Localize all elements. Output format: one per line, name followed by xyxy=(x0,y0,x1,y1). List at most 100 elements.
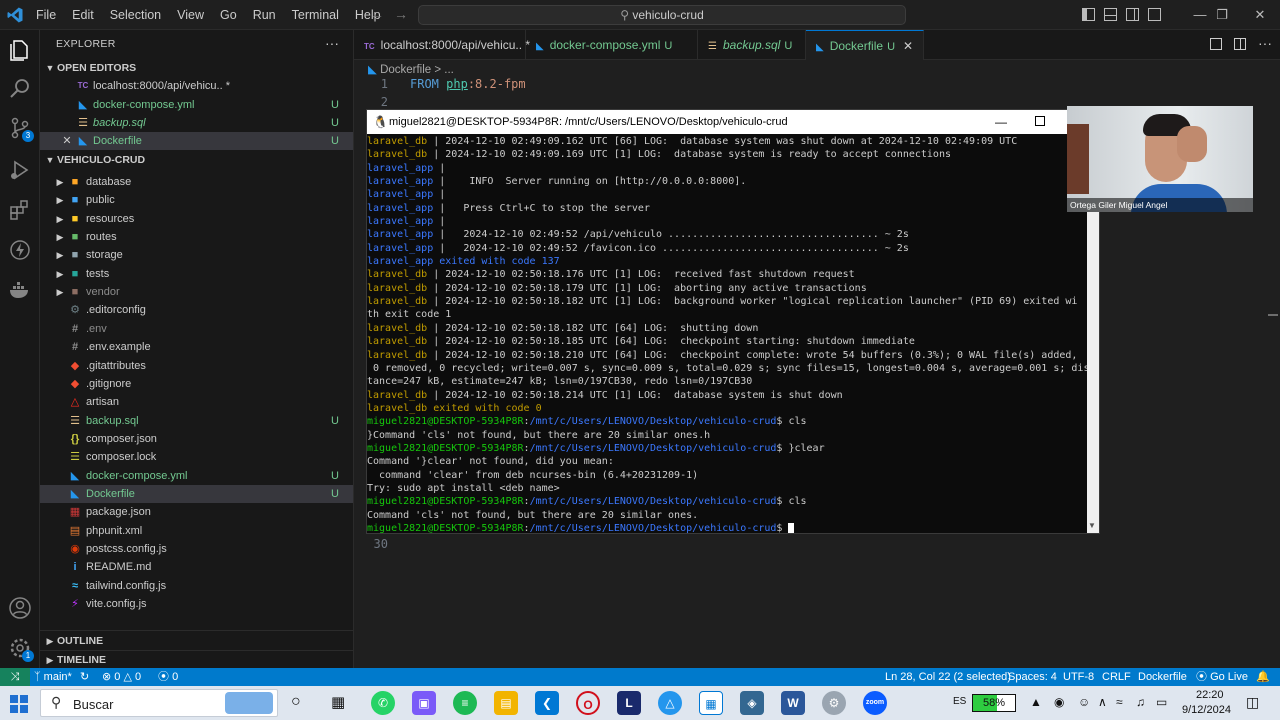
spotify-icon[interactable]: ≡ xyxy=(453,691,477,715)
wrench-app-icon[interactable]: ⚙ xyxy=(822,691,846,715)
notifications-bell-icon[interactable]: 🔔 xyxy=(1256,668,1270,686)
open-editor-item[interactable]: ☰ backup.sql U xyxy=(40,114,353,132)
docker-desktop-icon[interactable]: △ xyxy=(658,691,682,715)
tree-file[interactable]: ◣ docker-compose.yml U xyxy=(40,467,353,485)
tree-file[interactable]: ◆ .gitattributes xyxy=(40,357,353,375)
go-live-button[interactable]: ⦿ Go Live xyxy=(1196,668,1248,686)
open-changes-icon[interactable] xyxy=(1210,38,1222,50)
tree-file[interactable]: i README.md xyxy=(40,558,353,576)
chevron-up-icon[interactable]: ∧ xyxy=(1098,695,1107,709)
more-actions-icon[interactable]: ··· xyxy=(325,35,339,51)
tree-file[interactable]: {} composer.json xyxy=(40,430,353,448)
network-icon[interactable]: ▲ xyxy=(1030,695,1042,709)
problems-status[interactable]: ⊗ 0 △ 0 xyxy=(102,668,141,686)
meet-icon[interactable]: ◉ xyxy=(1054,695,1064,709)
explorer-icon[interactable] xyxy=(8,38,32,62)
tree-folder[interactable]: ▶ ■ vendor xyxy=(40,283,353,301)
tree-folder[interactable]: ▶ ■ storage xyxy=(40,246,353,264)
tree-file[interactable]: △ artisan xyxy=(40,393,353,411)
open-editors-header[interactable]: ▼ OPEN EDITORS xyxy=(40,59,353,77)
toggle-primary-sidebar-icon[interactable] xyxy=(1082,8,1095,21)
word-icon[interactable]: W xyxy=(781,691,805,715)
tree-file[interactable]: ▦ package.json xyxy=(40,503,353,521)
wsl-terminal-window[interactable]: 🐧 miguel2821@DESKTOP-5934P8R: /mnt/c/Use… xyxy=(366,109,1100,534)
search-icon[interactable] xyxy=(8,76,32,100)
tree-file[interactable]: ☰ backup.sql U xyxy=(40,412,353,430)
remote-indicator-icon[interactable]: ⤨ xyxy=(0,668,30,686)
open-editor-item-active[interactable]: ✕ ◣ Dockerfile U xyxy=(40,132,353,150)
open-editor-item[interactable]: TC localhost:8000/api/vehicu.. * xyxy=(40,77,353,95)
terminal-title-bar[interactable]: 🐧 miguel2821@DESKTOP-5934P8R: /mnt/c/Use… xyxy=(367,110,1099,134)
menu-run[interactable]: Run xyxy=(245,0,284,30)
sync-icon[interactable]: ↻ xyxy=(80,668,89,686)
l-app-icon[interactable]: L xyxy=(617,691,641,715)
speaker-icon[interactable]: ♫ xyxy=(1136,695,1145,709)
opera-icon[interactable]: O xyxy=(576,691,600,715)
document-app-icon[interactable]: ▦ xyxy=(699,691,723,715)
tree-folder[interactable]: ▶ ■ routes xyxy=(40,228,353,246)
close-tab-icon[interactable]: ✕ xyxy=(903,39,913,53)
back-arrow-icon[interactable]: ← xyxy=(370,6,384,22)
tree-folder[interactable]: ▶ ■ tests xyxy=(40,265,353,283)
ports-status[interactable]: ⦿ 0 xyxy=(158,668,178,686)
tree-file[interactable]: ◉ postcss.config.js xyxy=(40,540,353,558)
zoom-icon[interactable]: zoom xyxy=(863,691,887,715)
breadcrumb[interactable]: ◣ Dockerfile > ... xyxy=(368,62,454,76)
thunder-client-icon[interactable] xyxy=(8,238,32,262)
open-editor-item[interactable]: ◣ docker-compose.yml U xyxy=(40,96,353,114)
tree-folder[interactable]: ▶ ■ resources xyxy=(40,210,353,228)
customize-layout-icon[interactable] xyxy=(1148,8,1161,21)
postgres-icon[interactable]: ◈ xyxy=(740,691,764,715)
account-icon[interactable] xyxy=(8,596,32,620)
language-indicator[interactable]: ES xyxy=(953,696,966,707)
whatsapp-icon[interactable]: ✆ xyxy=(371,691,395,715)
docker-icon[interactable] xyxy=(8,278,32,302)
menu-selection[interactable]: Selection xyxy=(102,0,169,30)
maximize-window-icon[interactable] xyxy=(1035,116,1045,126)
language-mode[interactable]: Dockerfile xyxy=(1138,668,1187,686)
run-debug-icon[interactable] xyxy=(8,158,32,182)
extensions-icon[interactable] xyxy=(8,198,32,222)
discord-icon[interactable]: ☺ xyxy=(1078,695,1090,709)
windows-start-icon[interactable] xyxy=(10,695,28,713)
battery-icon[interactable]: ▭ xyxy=(1156,695,1167,709)
task-view-icon[interactable]: ▦ xyxy=(331,693,345,711)
eol-status[interactable]: CRLF xyxy=(1102,668,1131,686)
menu-file[interactable]: File xyxy=(28,0,64,30)
close-window-icon[interactable]: ✕ xyxy=(1240,0,1280,30)
code-line[interactable]: FROM php:8.2-fpm xyxy=(410,77,526,91)
toggle-panel-icon[interactable] xyxy=(1104,8,1117,21)
menu-edit[interactable]: Edit xyxy=(64,0,102,30)
tab-backup-sql[interactable]: ☰ backup.sql U xyxy=(698,30,806,60)
vscode-taskbar-icon[interactable]: ❮ xyxy=(535,691,559,715)
tree-file[interactable]: ⚡ vite.config.js xyxy=(40,595,353,613)
indentation-status[interactable]: Spaces: 4 xyxy=(1008,668,1057,686)
command-center-search[interactable]: ⚲ vehiculo-crud xyxy=(418,5,906,25)
menu-terminal[interactable]: Terminal xyxy=(284,0,347,30)
file-explorer-icon[interactable]: ▤ xyxy=(494,691,518,715)
tree-folder[interactable]: ▶ ■ public xyxy=(40,191,353,209)
battery-indicator[interactable]: 58% xyxy=(972,694,1016,712)
tree-file[interactable]: # .env.example xyxy=(40,338,353,356)
tree-file[interactable]: ⚙ .editorconfig xyxy=(40,301,353,319)
more-actions-icon[interactable]: ··· xyxy=(1258,35,1272,51)
clock-time[interactable]: 22:20 xyxy=(1196,689,1224,701)
clock-date[interactable]: 9/12/2024 xyxy=(1182,704,1231,716)
menu-view[interactable]: View xyxy=(169,0,212,30)
notifications-icon[interactable]: ◫ xyxy=(1246,694,1259,711)
tree-file[interactable]: ◆ .gitignore xyxy=(40,375,353,393)
branch-status[interactable]: ᛉ main* xyxy=(34,668,72,686)
tree-file[interactable]: ▤ phpunit.xml xyxy=(40,522,353,540)
timeline-header[interactable]: ▶ TIMELINE xyxy=(40,651,353,669)
outline-header[interactable]: ▶ OUTLINE xyxy=(40,632,353,650)
menu-go[interactable]: Go xyxy=(212,0,245,30)
project-header[interactable]: ▼ VEHICULO-CRUD xyxy=(40,151,353,169)
forward-arrow-icon[interactable]: → xyxy=(394,6,408,22)
minimize-window-icon[interactable]: — xyxy=(995,110,1007,134)
tab-thunder-client[interactable]: TC localhost:8000/api/vehicu.. * xyxy=(354,30,530,60)
encoding-status[interactable]: UTF-8 xyxy=(1063,668,1094,686)
split-editor-icon[interactable] xyxy=(1234,38,1246,50)
taskbar-search-box[interactable]: ⚲ Buscar xyxy=(40,689,278,717)
toggle-secondary-sidebar-icon[interactable] xyxy=(1126,8,1139,21)
terminal-output[interactable]: laravel_db | 2024-12-10 02:49:09.162 UTC… xyxy=(367,135,1087,533)
